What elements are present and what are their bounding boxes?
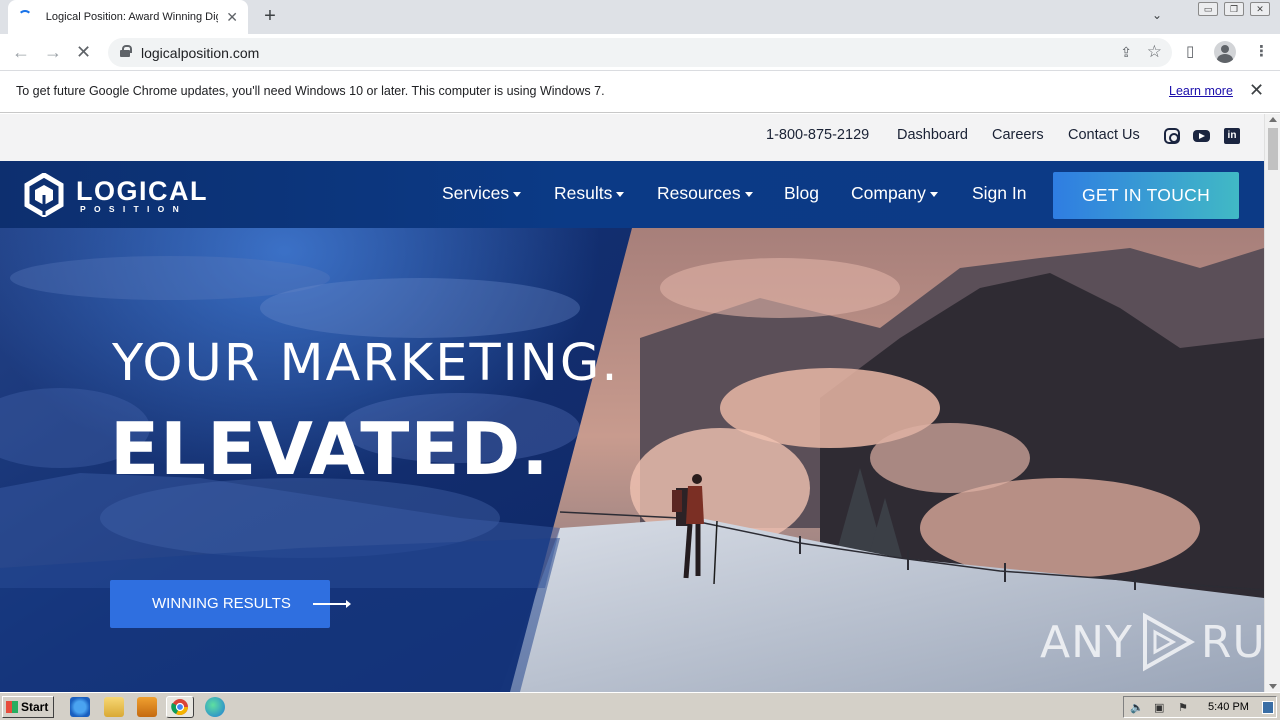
instagram-icon[interactable] — [1164, 128, 1180, 144]
share-icon[interactable]: ⇪ — [1120, 44, 1132, 61]
side-panel-icon[interactable]: ▯ — [1186, 42, 1194, 60]
url-text[interactable]: logicalposition.com — [141, 45, 259, 61]
loading-spinner-icon — [18, 10, 32, 24]
file-explorer-icon[interactable] — [104, 697, 124, 717]
anyrun-watermark: ANY RUN — [1040, 612, 1264, 672]
chrome-icon — [171, 699, 188, 716]
close-window-button[interactable]: ✕ — [1250, 2, 1270, 16]
edge-icon[interactable] — [205, 697, 225, 717]
scroll-up-arrow-icon[interactable] — [1269, 117, 1277, 122]
main-navigation: LOGICAL POSITION Services Results Resour… — [0, 161, 1264, 228]
browser-tab-strip: Logical Position: Award Winning Digit ✕ … — [0, 0, 1280, 34]
logical-position-logo[interactable]: LOGICAL POSITION — [24, 173, 214, 217]
scrollbar-thumb[interactable] — [1268, 128, 1278, 170]
update-infobar: To get future Google Chrome updates, you… — [0, 71, 1280, 113]
phone-link[interactable]: 1-800-875-2129 — [766, 127, 869, 143]
nav-resources[interactable]: Resources — [657, 183, 753, 204]
scroll-down-arrow-icon[interactable] — [1269, 684, 1277, 689]
forward-arrow-icon[interactable]: → — [44, 42, 62, 62]
taskbar-clock[interactable]: 5:40 PM — [1208, 701, 1249, 713]
nav-results-label: Results — [554, 183, 613, 203]
network-icon[interactable]: ▣ — [1154, 701, 1168, 714]
window-controls: ▭ ❐ ✕ — [1198, 2, 1270, 16]
media-player-icon[interactable] — [137, 697, 157, 717]
nav-sign-in[interactable]: Sign In — [972, 183, 1026, 204]
show-desktop-icon[interactable] — [1262, 701, 1274, 714]
watermark-any: ANY — [1040, 616, 1133, 668]
new-tab-button[interactable]: + — [258, 5, 282, 29]
web-page: 1-800-875-2129 Dashboard Careers Contact… — [0, 114, 1264, 692]
tab-search-chevron-icon[interactable]: ⌄ — [1152, 8, 1162, 22]
logo-subtitle: POSITION — [80, 204, 188, 214]
system-tray: 🔈 ▣ ⚑ 5:40 PM — [1123, 696, 1277, 718]
caret-down-icon — [929, 191, 938, 197]
contact-us-link[interactable]: Contact Us — [1068, 127, 1140, 143]
nav-services-label: Services — [442, 183, 510, 203]
careers-link[interactable]: Careers — [992, 127, 1044, 143]
chrome-taskbar-button[interactable] — [166, 696, 194, 718]
restore-button[interactable]: ❐ — [1224, 2, 1244, 16]
tab-close-icon[interactable]: ✕ — [226, 10, 238, 24]
youtube-icon[interactable] — [1193, 130, 1210, 142]
caret-down-icon — [616, 191, 625, 197]
utility-bar: 1-800-875-2129 Dashboard Careers Contact… — [0, 114, 1264, 161]
dashboard-link[interactable]: Dashboard — [897, 127, 968, 143]
stop-loading-icon[interactable]: ✕ — [76, 42, 91, 62]
play-triangle-icon — [1142, 612, 1195, 672]
minimize-button[interactable]: ▭ — [1198, 2, 1218, 16]
browser-tab[interactable]: Logical Position: Award Winning Digit ✕ — [8, 0, 248, 34]
get-in-touch-button[interactable]: GET IN TOUCH — [1053, 172, 1239, 219]
logo-cube-icon — [24, 173, 64, 217]
nav-blog[interactable]: Blog — [784, 183, 819, 204]
back-arrow-icon[interactable]: ← — [12, 42, 30, 62]
nav-results[interactable]: Results — [554, 183, 625, 204]
infobar-close-icon[interactable]: ✕ — [1249, 80, 1264, 101]
windows-taskbar: Start 🔈 ▣ ⚑ 5:40 PM — [0, 692, 1280, 720]
nav-services[interactable]: Services — [442, 183, 522, 204]
nav-company[interactable]: Company — [851, 183, 938, 204]
start-label: Start — [21, 700, 49, 714]
chrome-menu-icon[interactable]: ⋮ — [1254, 42, 1269, 60]
caret-down-icon — [513, 191, 522, 197]
winning-results-button[interactable]: WINNING RESULTS — [110, 580, 330, 628]
infobar-message: To get future Google Chrome updates, you… — [16, 84, 605, 98]
learn-more-link[interactable]: Learn more — [1169, 84, 1233, 98]
speaker-icon[interactable]: 🔈 — [1130, 701, 1144, 714]
action-center-flag-icon[interactable]: ⚑ — [1178, 701, 1192, 714]
internet-explorer-icon[interactable] — [70, 697, 90, 717]
logo-wordmark: LOGICAL — [76, 176, 208, 206]
tab-title: Logical Position: Award Winning Digit — [45, 11, 219, 23]
browser-toolbar: ← → ✕ logicalposition.com ⇪ ☆ ▯ ⋮ — [0, 34, 1280, 71]
nav-resources-label: Resources — [657, 183, 741, 203]
page-scrollbar[interactable] — [1264, 114, 1280, 692]
lock-icon[interactable] — [120, 45, 132, 57]
linkedin-icon[interactable]: in — [1224, 128, 1240, 144]
bookmark-star-icon[interactable]: ☆ — [1147, 42, 1162, 62]
profile-avatar-icon[interactable] — [1214, 41, 1236, 63]
nav-company-label: Company — [851, 183, 926, 203]
hero-section: YOUR MARKETING. ELEVATED. WINNING RESULT… — [0, 228, 1264, 692]
address-bar[interactable]: logicalposition.com ⇪ ☆ — [108, 38, 1172, 67]
watermark-run: RUN — [1200, 616, 1264, 668]
caret-down-icon — [744, 191, 753, 197]
right-arrow-icon — [313, 600, 351, 608]
hero-subheadline: ELEVATED. — [110, 407, 550, 491]
windows-logo-icon — [6, 701, 18, 713]
hero-headline: YOUR MARKETING. — [112, 334, 620, 393]
start-button[interactable]: Start — [2, 696, 54, 718]
